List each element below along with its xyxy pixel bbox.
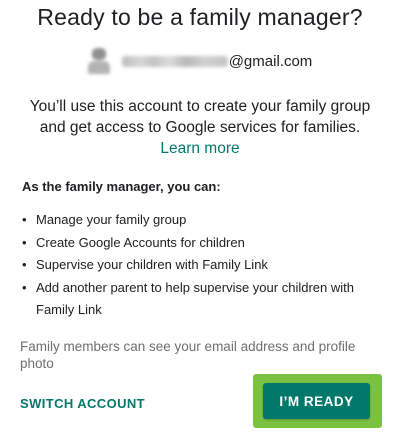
description: You’ll use this account to create your f… bbox=[0, 96, 400, 159]
capabilities-heading: As the family manager, you can: bbox=[22, 179, 221, 194]
bullet-icon: • bbox=[22, 234, 27, 250]
privacy-note: Family members can see your email addres… bbox=[20, 339, 356, 371]
account-email: @gmail.com bbox=[121, 52, 313, 70]
im-ready-button[interactable]: I’M READY bbox=[263, 383, 370, 419]
list-item-text: Supervise your children with Family Link bbox=[36, 257, 268, 272]
switch-account-button[interactable]: SWITCH ACCOUNT bbox=[20, 396, 145, 411]
email-domain: @gmail.com bbox=[228, 52, 313, 70]
list-item: • Supervise your children with Family Lin… bbox=[22, 254, 382, 277]
description-line-2: and get access to Google services for fa… bbox=[39, 119, 361, 136]
list-item: • Manage your family group bbox=[22, 209, 382, 232]
email-redacted bbox=[121, 55, 228, 67]
bullet-icon: • bbox=[22, 212, 27, 227]
description-line-1: You’ll use this account to create your f… bbox=[29, 98, 371, 115]
capabilities-list: • Manage your family group • Create Google… bbox=[22, 209, 382, 322]
list-item-text: Create Google Accounts for children bbox=[36, 234, 245, 250]
account-row: @gmail.com bbox=[0, 48, 400, 74]
learn-more-link[interactable]: Learn more bbox=[0, 138, 400, 159]
list-item-text: Manage your family group bbox=[36, 212, 187, 227]
account-avatar-icon bbox=[87, 48, 110, 74]
list-item-text: Add another parent to help supervise you… bbox=[36, 279, 354, 318]
list-item: • Create Google Accounts for children bbox=[22, 232, 382, 255]
list-item: • Add another parent to help supervise yo… bbox=[22, 277, 382, 322]
page-title: Ready to be a family manager? bbox=[37, 4, 363, 30]
bullet-icon: • bbox=[22, 279, 27, 295]
bullet-icon: • bbox=[22, 257, 27, 272]
